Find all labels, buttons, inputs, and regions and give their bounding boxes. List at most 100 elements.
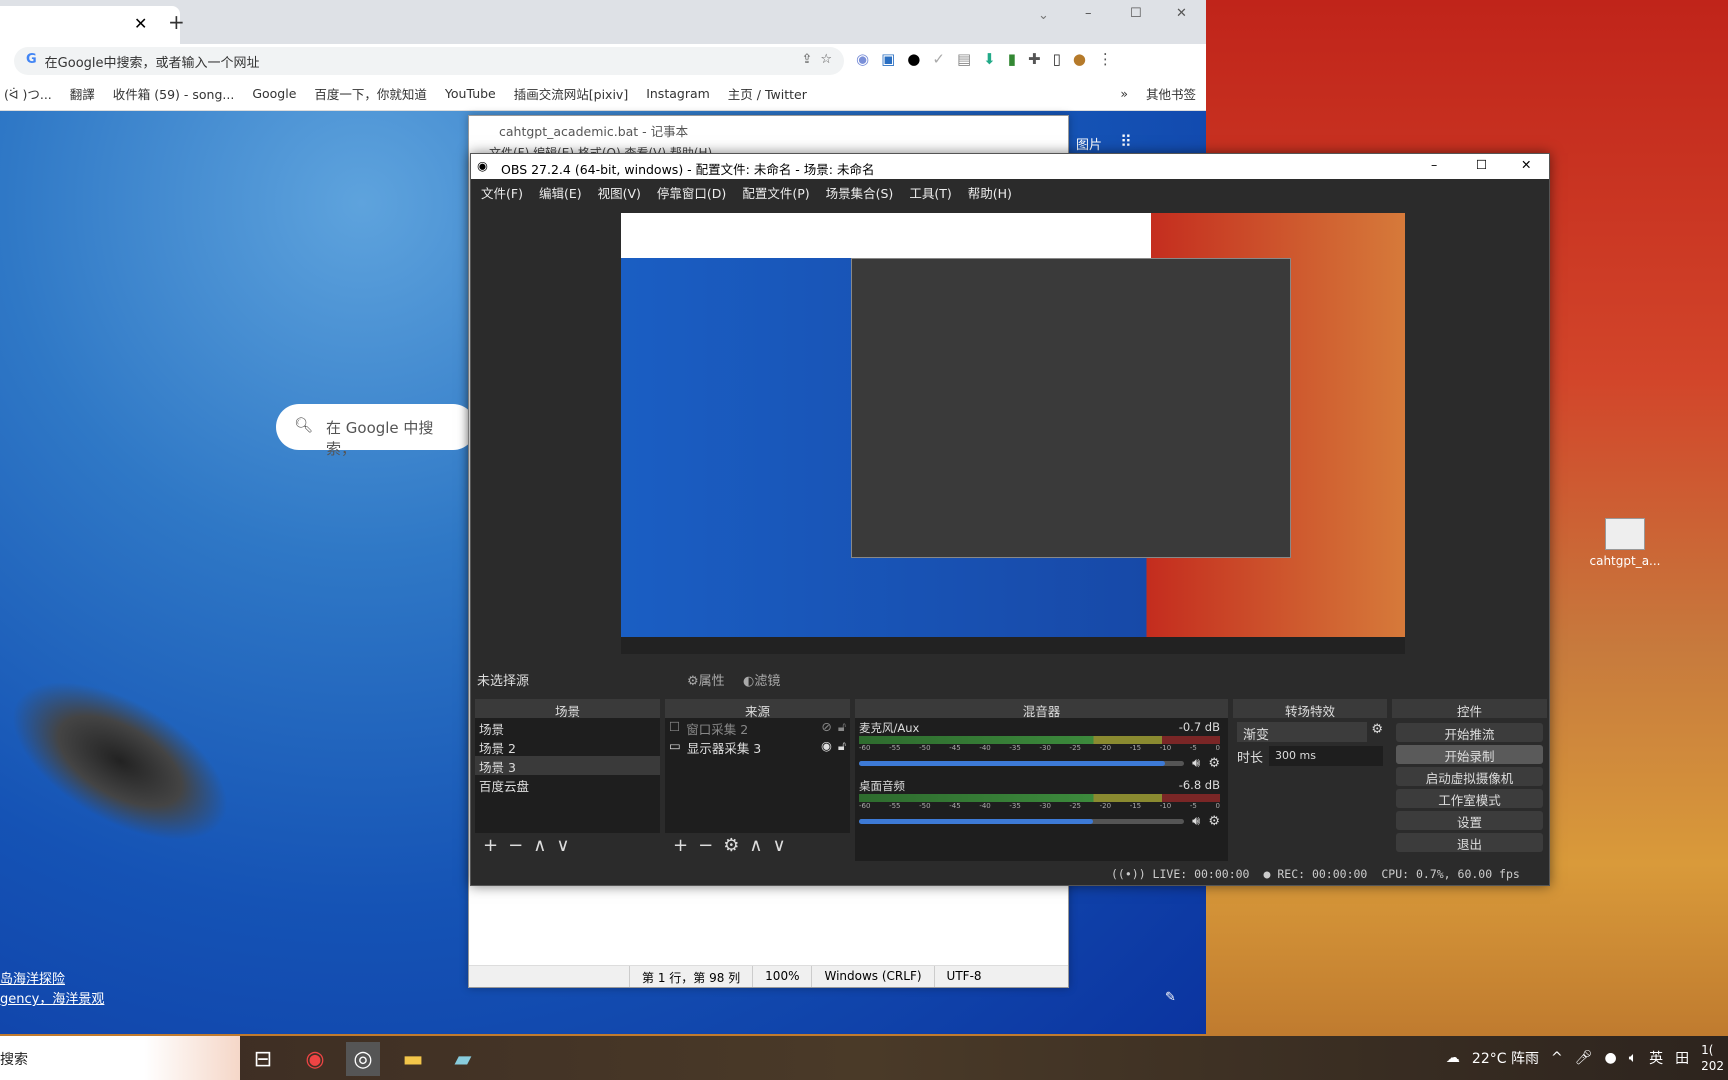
minimize-icon[interactable]: – [1431, 157, 1437, 172]
google-search-box[interactable]: 🔍︎ 在 Google 中搜索， [276, 404, 476, 458]
check-extension-icon[interactable]: ✓ [932, 50, 945, 68]
chrome-icon[interactable]: ◉ [298, 1042, 332, 1076]
extension-icon[interactable]: ● [907, 50, 920, 68]
volume-slider[interactable] [859, 761, 1185, 766]
add-icon[interactable]: + [673, 835, 688, 859]
microphone-icon[interactable]: 🎤︎ [1575, 1050, 1593, 1066]
tab-search-icon[interactable]: ⌄ [1038, 8, 1049, 23]
active-tab[interactable]: ✕ [0, 6, 180, 44]
speaker-icon[interactable]: 🔊︎ [1192, 756, 1200, 771]
close-icon[interactable]: ✕ [1521, 157, 1531, 172]
more-bookmarks-icon[interactable]: » [1120, 86, 1128, 101]
ime-indicator[interactable]: 英 [1649, 1048, 1663, 1068]
menu-scene-collection[interactable]: 场景集合(S) [826, 183, 894, 201]
gear-icon[interactable]: ⚙ [1208, 756, 1220, 771]
other-bookmarks[interactable]: 其他书签 [1146, 84, 1206, 103]
scene-item-selected[interactable]: 场景 3 [475, 756, 660, 775]
extension-icon[interactable]: ▣ [881, 50, 895, 68]
obs-icon[interactable]: ◎ [346, 1042, 380, 1076]
share-icon[interactable]: ⇪ [801, 52, 812, 70]
bookmark[interactable]: 翻譯 [70, 84, 95, 103]
menu-edit[interactable]: 编辑(E) [539, 183, 582, 201]
add-icon[interactable]: + [483, 835, 498, 859]
move-up-icon[interactable]: ∧ [533, 835, 546, 859]
weather-icon[interactable]: ☁ [1446, 1050, 1460, 1066]
download-extension-icon[interactable]: ⬇ [983, 50, 996, 68]
qq-icon[interactable]: ● [1604, 1050, 1616, 1066]
lock-icon[interactable]: 🔓︎ [838, 738, 846, 755]
remove-icon[interactable]: − [698, 835, 713, 859]
new-tab-icon[interactable]: + [168, 10, 185, 34]
filters-button[interactable]: ◐滤镜 [743, 670, 780, 689]
speaker-icon[interactable]: 🔊︎ [1192, 814, 1200, 829]
side-panel-icon[interactable]: ▯ [1053, 50, 1061, 68]
maximize-icon[interactable]: ☐ [1130, 6, 1142, 21]
menu-icon[interactable]: ⋮ [1098, 50, 1113, 68]
menu-docks[interactable]: 停靠窗口(D) [657, 183, 726, 201]
exit-button[interactable]: 退出 [1396, 833, 1543, 852]
start-recording-button[interactable]: 开始录制 [1396, 745, 1543, 764]
bookmark[interactable]: 插画交流网站[pixiv] [514, 84, 628, 103]
bookmark[interactable]: 主页 / Twitter [728, 84, 807, 103]
extension-icon[interactable]: ▤ [957, 50, 971, 68]
caption-credit[interactable]: gency，海洋景观 [0, 990, 104, 1010]
menu-profile[interactable]: 配置文件(P) [742, 183, 809, 201]
taskbar-search[interactable]: 搜索 [0, 1036, 240, 1080]
scene-item[interactable]: 场景 2 [475, 737, 660, 756]
move-down-icon[interactable]: ∨ [556, 835, 569, 859]
gear-icon[interactable]: ⚙ [1371, 722, 1383, 742]
close-tab-icon[interactable]: ✕ [134, 14, 147, 33]
scene-item[interactable]: 百度云盘 [475, 775, 660, 794]
eye-hidden-icon[interactable]: ⊘ [821, 719, 831, 736]
scene-item[interactable]: 场景 [475, 718, 660, 737]
customize-pencil-icon[interactable]: ✎ [1165, 990, 1176, 1005]
show-hidden-icons[interactable]: ^ [1551, 1050, 1563, 1066]
bookmark[interactable]: YouTube [445, 86, 496, 101]
source-item[interactable]: ☐ 窗口采集 2 ⊘ 🔓︎ [665, 718, 850, 737]
weather-text[interactable]: 22°C 阵雨 [1472, 1048, 1539, 1068]
bookmark[interactable]: 收件箱 (59) - song... [113, 84, 235, 103]
volume-slider[interactable] [859, 819, 1185, 824]
bookmark[interactable]: 百度一下，你就知道 [314, 84, 427, 103]
bookmark[interactable]: Instagram [646, 86, 710, 101]
settings-button[interactable]: 设置 [1396, 811, 1543, 830]
menu-file[interactable]: 文件(F) [481, 183, 523, 201]
properties-button[interactable]: ⚙属性 [687, 670, 725, 689]
background-caption[interactable]: 岛海洋探险 gency，海洋景观 [0, 970, 104, 1010]
puzzle-icon[interactable]: ✚ [1028, 50, 1041, 68]
avatar[interactable]: ● [1073, 50, 1086, 68]
extension-icon[interactable]: ◉ [856, 50, 869, 68]
desktop-icon-bat[interactable]: cahtgpt_a... [1585, 518, 1665, 568]
address-bar[interactable]: G 在Google中搜索，或者输入一个网址 ⇪ ☆ [14, 47, 844, 75]
duration-input[interactable]: 300 ms [1269, 746, 1383, 766]
eye-icon[interactable]: ◉ [821, 738, 832, 755]
move-up-icon[interactable]: ∧ [749, 835, 762, 859]
preview-canvas[interactable] [621, 213, 1405, 654]
gear-icon[interactable]: ⚙ [1208, 814, 1220, 829]
bookmark[interactable]: Google [252, 86, 296, 101]
start-streaming-button[interactable]: 开始推流 [1396, 723, 1543, 742]
transition-select[interactable]: 渐变 [1237, 722, 1368, 743]
gear-icon[interactable]: ⚙ [723, 835, 739, 859]
extension-icon[interactable]: ▮ [1008, 50, 1016, 68]
star-icon[interactable]: ☆ [820, 52, 832, 70]
ime-mode-icon[interactable]: 田 [1675, 1048, 1689, 1068]
menu-tools[interactable]: 工具(T) [909, 183, 951, 201]
volume-icon[interactable]: 🔈︎ [1629, 1050, 1637, 1066]
menu-help[interactable]: 帮助(H) [968, 183, 1012, 201]
studio-mode-button[interactable]: 工作室模式 [1396, 789, 1543, 808]
maximize-icon[interactable]: ☐ [1476, 157, 1487, 172]
source-item[interactable]: ▭ 显示器采集 3 ◉ 🔓︎ [665, 737, 850, 756]
caption-title[interactable]: 岛海洋探险 [0, 970, 104, 990]
bookmark[interactable]: (ᐛ )つ... [4, 84, 52, 103]
menu-view[interactable]: 视图(V) [598, 183, 641, 201]
task-view-icon[interactable]: ⊟ [246, 1042, 280, 1076]
clock[interactable]: 1(202 [1701, 1042, 1724, 1074]
minimize-icon[interactable]: – [1085, 6, 1092, 21]
notepad-icon[interactable]: ▰ [446, 1042, 480, 1076]
remove-icon[interactable]: − [508, 835, 523, 859]
start-virtual-camera-button[interactable]: 启动虚拟摄像机 [1396, 767, 1543, 786]
images-link[interactable]: 图片 [1076, 134, 1102, 153]
move-down-icon[interactable]: ∨ [773, 835, 786, 859]
lock-icon[interactable]: 🔓︎ [838, 719, 846, 736]
